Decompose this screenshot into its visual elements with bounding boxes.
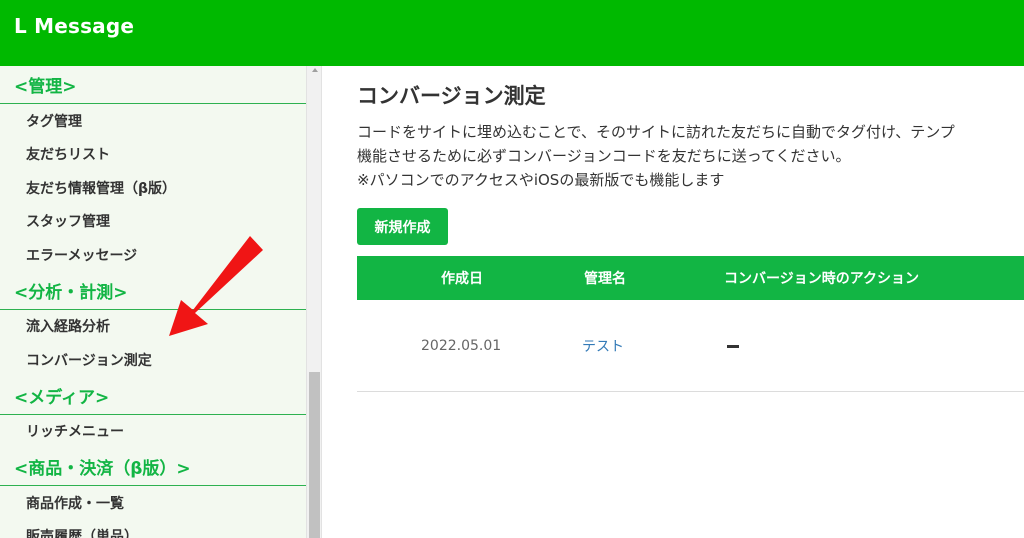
- description-line: 機能させるために必ずコンバージョンコードを友だちに送ってください。: [357, 147, 851, 165]
- sidebar-section-media: <メディア>: [0, 376, 306, 415]
- dash-icon: [727, 344, 739, 348]
- top-header-bar: L Message: [0, 0, 1024, 66]
- main-content: コンバージョン測定 コードをサイトに埋め込むことで、そのサイトに訪れた友だちに自…: [322, 66, 1024, 538]
- sidebar-item-conversion[interactable]: コンバージョン測定: [0, 343, 306, 377]
- description-line: ※パソコンでのアクセスやiOSの最新版でも機能します: [357, 171, 725, 189]
- sidebar-item-sales-history[interactable]: 販売履歴（単品）: [0, 520, 306, 538]
- description-line: コードをサイトに埋め込むことで、そのサイトに訪れた友だちに自動でタグ付け、テンプ: [357, 123, 955, 141]
- cell-created-date: 2022.05.01: [421, 338, 502, 354]
- sidebar-item-friend-list[interactable]: 友だちリスト: [0, 138, 306, 172]
- sidebar-item-tag-management[interactable]: タグ管理: [0, 104, 306, 138]
- cell-action: [727, 300, 739, 392]
- sidebar-item-friend-info[interactable]: 友だち情報管理（β版）: [0, 171, 306, 205]
- sidebar-item-error-message[interactable]: エラーメッセージ: [0, 238, 306, 272]
- sidebar-item-inflow-analysis[interactable]: 流入経路分析: [0, 310, 306, 344]
- cell-management-name-link[interactable]: テスト: [582, 300, 624, 392]
- header-created-date: 作成日: [441, 271, 483, 287]
- conversion-table: 作成日 管理名 コンバージョン時のアクション 2022.05.01 テスト: [357, 256, 1024, 392]
- brand-logo[interactable]: L Message: [14, 14, 134, 38]
- new-create-button[interactable]: 新規作成: [357, 208, 448, 245]
- sidebar: <管理> タグ管理 友だちリスト 友だち情報管理（β版） スタッフ管理 エラーメ…: [0, 66, 306, 538]
- sidebar-item-rich-menu[interactable]: リッチメニュー: [0, 415, 306, 449]
- sidebar-item-product-list[interactable]: 商品作成・一覧: [0, 486, 306, 520]
- page-description: コードをサイトに埋め込むことで、そのサイトに訪れた友だちに自動でタグ付け、テンプ…: [357, 120, 955, 192]
- sidebar-scrollbar[interactable]: [306, 66, 322, 538]
- header-management-name: 管理名: [584, 271, 626, 287]
- header-conversion-action: コンバージョン時のアクション: [724, 271, 920, 287]
- sidebar-section-management: <管理>: [0, 66, 306, 104]
- table-row: 2022.05.01 テスト: [357, 300, 1024, 392]
- sidebar-section-products: <商品・決済（β版）>: [0, 448, 306, 486]
- sidebar-section-analytics: <分析・計測>: [0, 271, 306, 310]
- page-title: コンバージョン測定: [357, 84, 546, 108]
- table-header: 作成日 管理名 コンバージョン時のアクション: [357, 256, 1024, 300]
- scroll-up-arrow-icon[interactable]: [312, 68, 318, 72]
- scrollbar-thumb[interactable]: [309, 372, 320, 538]
- sidebar-item-staff-management[interactable]: スタッフ管理: [0, 205, 306, 239]
